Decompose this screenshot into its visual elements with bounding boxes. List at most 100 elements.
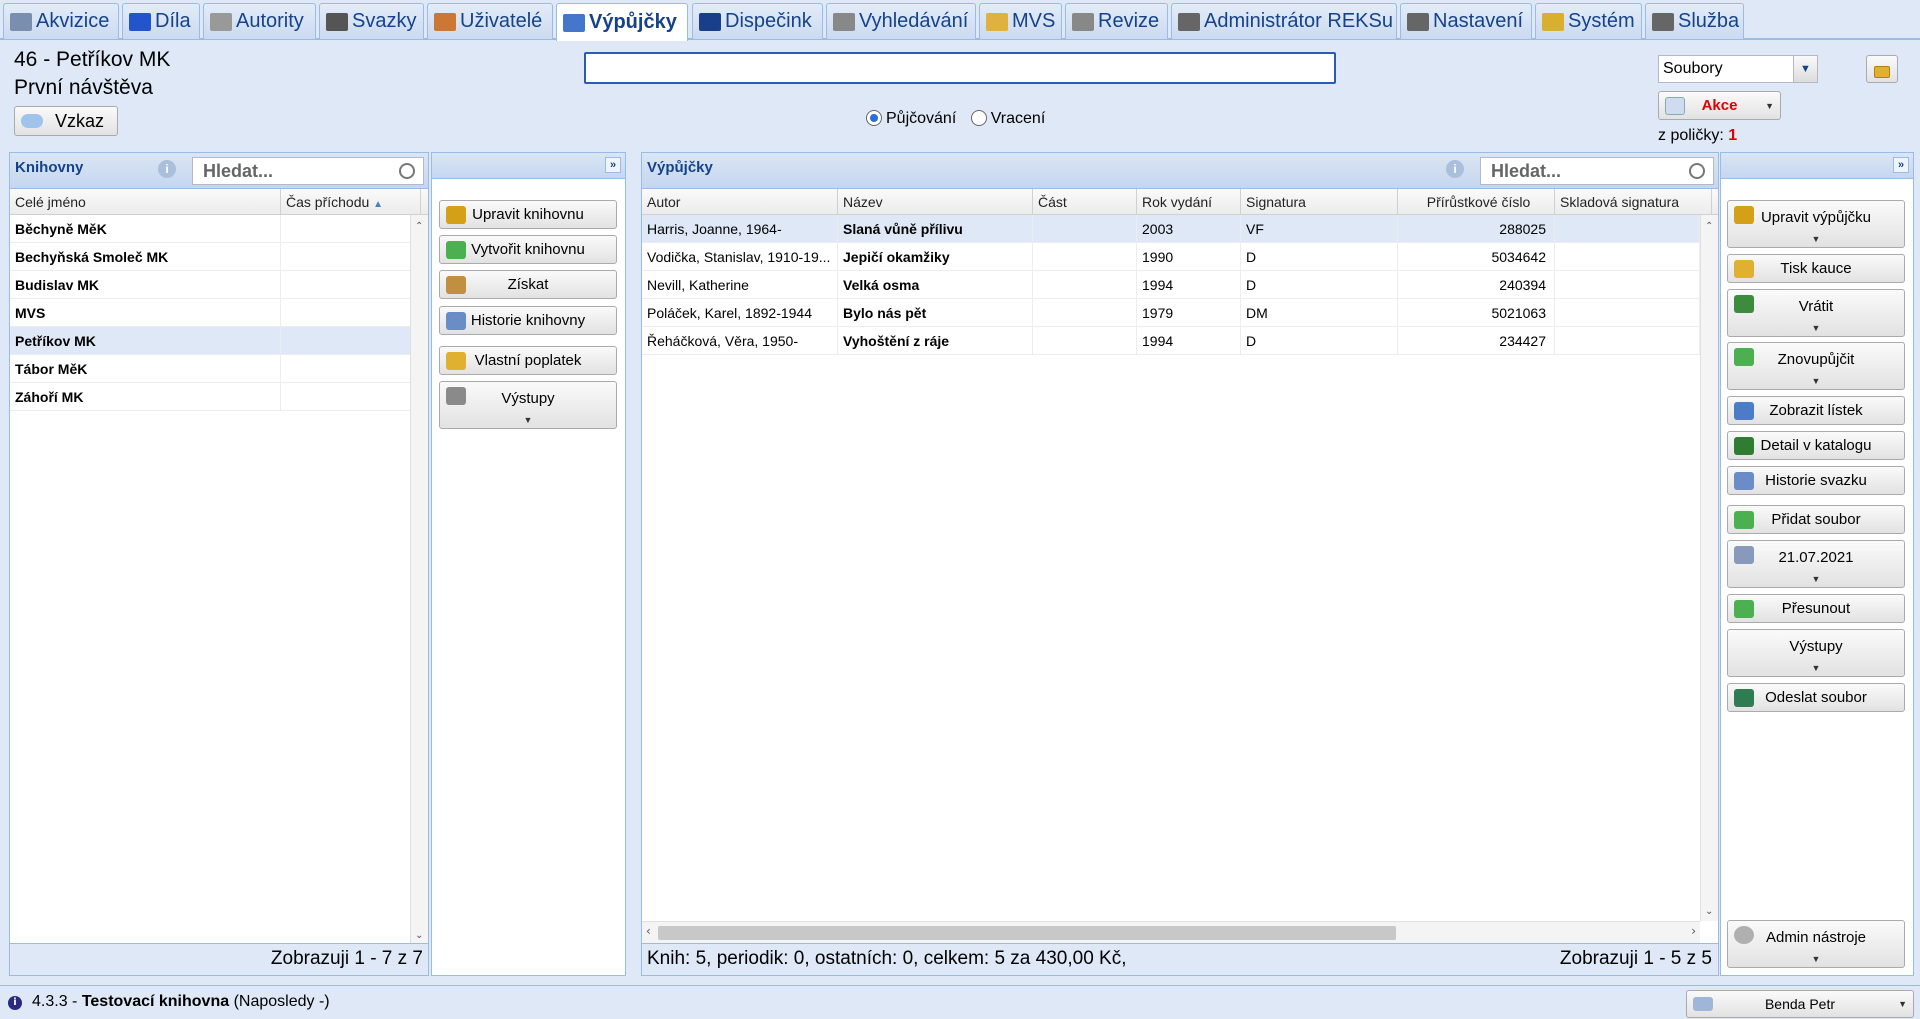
column-header-part[interactable]: Část [1033,189,1137,215]
loan-actions-header: » [1721,153,1913,179]
column-header-storage-signature[interactable]: Skladová signatura [1555,189,1712,215]
loan-title-cell: Jepičí okamžiky [838,243,1033,271]
získat-button[interactable]: Získat [439,270,617,299]
výstupy-button[interactable]: Výstupy ▼ [1727,629,1905,677]
info-icon[interactable]: i [1446,160,1464,178]
detail-v-katalogu-button[interactable]: Detail v katalogu [1727,431,1905,460]
table-row[interactable]: Bechyňská Smoleč MK [10,243,411,271]
scroll-right-icon[interactable]: › [1691,924,1696,938]
horizontal-scrollbar[interactable]: ‹ › [642,921,1700,943]
tab-díla[interactable]: Díla [122,3,200,39]
upravit-výpůjčku-button[interactable]: Upravit výpůjčku ▼ [1727,200,1905,248]
scroll-left-icon[interactable]: ‹ [646,924,651,938]
loan-author-cell: Poláček, Karel, 1892-1944 [642,299,838,327]
admin-tools-button[interactable]: Admin nástroje ▼ [1727,920,1905,968]
scroll-up-icon[interactable]: ⌃ [415,221,423,232]
scroll-up-icon[interactable]: ⌃ [1705,221,1713,232]
loan-author-cell: Vodička, Stanislav, 1910-19... [642,243,838,271]
tab-vyhledávání[interactable]: Vyhledávání [826,3,976,39]
loan-title-cell: Bylo nás pět [838,299,1033,327]
ticket-icon [1734,401,1754,420]
table-row[interactable]: Tábor MěK [10,355,411,383]
column-header-signature[interactable]: Signatura [1241,189,1398,215]
vlastní-poplatek-button[interactable]: Vlastní poplatek [439,346,617,375]
table-row[interactable]: Záhoří MK [10,383,411,411]
tab-výpůjčky[interactable]: Výpůjčky [556,3,688,41]
radio-unchecked-icon [970,110,987,126]
vrátit-button[interactable]: Vrátit ▼ [1727,289,1905,337]
arrival-time-cell [281,271,411,299]
main-tab-bar: Akvizice Díla Autority Svazky Uživatelé Výpůj… [0,0,1920,41]
pencil-icon [446,205,466,224]
upravit-knihovnu-button[interactable]: Upravit knihovnu [439,200,617,229]
user-menu-button[interactable]: Benda Petr ▼ [1686,990,1914,1018]
list-icon [1072,12,1094,31]
libraries-search-input[interactable]: Hledat... [192,157,424,185]
vertical-scrollbar[interactable]: ⌃ ⌄ [1700,215,1718,921]
tab-autority[interactable]: Autority [203,3,316,39]
table-row[interactable]: Nevill, Katherine Velká osma 1994 D 240394 [642,271,1700,299]
lend-radio[interactable]: Půjčování [866,110,956,127]
loans-search-input[interactable]: Hledat... [1480,157,1714,185]
table-row[interactable]: Řeháčková, Věra, 1950- Vyhoštění z ráje 19… [642,327,1700,355]
arrival-time-cell [281,327,411,355]
přesunout-button[interactable]: Přesunout [1727,594,1905,623]
column-header-title[interactable]: Název [838,189,1033,215]
status-text: 4.3.3 - Testovací knihovna (Naposledy -) [32,993,330,1010]
vytvořit-knihovnu-button[interactable]: Vytvořit knihovnu [439,235,617,264]
tab-uživatelé[interactable]: Uživatelé [427,3,553,39]
historie-svazku-button[interactable]: Historie svazku [1727,466,1905,495]
tab-revize[interactable]: Revize [1065,3,1168,39]
library-name-cell: Záhoří MK [10,383,281,411]
barcode-input[interactable] [584,52,1336,84]
chevron-down-icon: ▼ [1811,663,1821,673]
actions-button[interactable]: Akce ▼ [1658,91,1781,120]
return-radio[interactable]: Vracení [970,110,1045,127]
vertical-scrollbar[interactable]: ⌃ ⌄ [410,215,428,945]
key-icon [1542,12,1564,31]
odeslat-soubor-button[interactable]: Odeslat soubor [1727,683,1905,712]
table-row[interactable]: Běchyně MěK [10,215,411,243]
files-select[interactable]: Soubory ▼ [1658,55,1818,83]
scroll-down-icon[interactable]: ⌄ [415,930,423,941]
lock-button[interactable] [1866,55,1898,83]
tab-služba[interactable]: Služba [1645,3,1744,39]
table-row[interactable]: Harris, Joanne, 1964- Slaná vůně přílivu 2… [642,215,1700,243]
tab-svazky[interactable]: Svazky [319,3,424,39]
info-icon[interactable]: i [158,160,176,178]
loan-store-cell [1555,215,1700,243]
tab-akvizice[interactable]: Akvizice [3,3,119,39]
edit-icon [1734,206,1754,224]
tab-dispečink[interactable]: Dispečink [692,3,823,39]
tab-systém[interactable]: Systém [1535,3,1642,39]
scroll-down-icon[interactable]: ⌄ [1705,906,1713,917]
table-row[interactable]: Vodička, Stanislav, 1910-19... Jepičí oka… [642,243,1700,271]
scrollbar-thumb[interactable] [658,926,1396,940]
date-button[interactable]: 21.07.2021 ▼ [1727,540,1905,588]
column-header-name[interactable]: Celé jméno [10,189,281,215]
table-row[interactable]: Petříkov MK [10,327,411,355]
message-button[interactable]: Vzkaz [14,106,118,136]
table-row[interactable]: Poláček, Karel, 1892-1944 Bylo nás pět 197… [642,299,1700,327]
výstupy-button[interactable]: Výstupy ▼ [439,381,617,429]
expand-icon[interactable]: » [1893,157,1909,173]
tab-nastavení[interactable]: Nastavení [1400,3,1532,39]
přidat-soubor-button[interactable]: Přidat soubor [1727,505,1905,534]
column-header-arrival[interactable]: Čas příchodu ▲ [281,189,421,215]
zobrazit-lístek-button[interactable]: Zobrazit lístek [1727,396,1905,425]
column-header-year[interactable]: Rok vydání [1137,189,1241,215]
table-row[interactable]: Budislav MK [10,271,411,299]
expand-icon[interactable]: » [605,157,621,173]
tab-mvs[interactable]: MVS [979,3,1062,39]
column-header-author[interactable]: Autor [642,189,838,215]
znovupůjčit-button[interactable]: Znovupůjčit ▼ [1727,342,1905,390]
chevron-down-icon[interactable]: ▼ [1793,56,1817,82]
tisk-kauce-button[interactable]: Tisk kauce [1727,254,1905,283]
historie-knihovny-button[interactable]: Historie knihovny [439,306,617,335]
coins-icon [1734,259,1754,278]
lock-icon [1874,66,1890,78]
table-row[interactable]: MVS [10,299,411,327]
column-header-accession[interactable]: Přírůstkové číslo [1398,189,1555,215]
cabinet-icon [833,12,855,31]
tab-administrátor-reksu[interactable]: Administrátor REKSu [1171,3,1397,39]
